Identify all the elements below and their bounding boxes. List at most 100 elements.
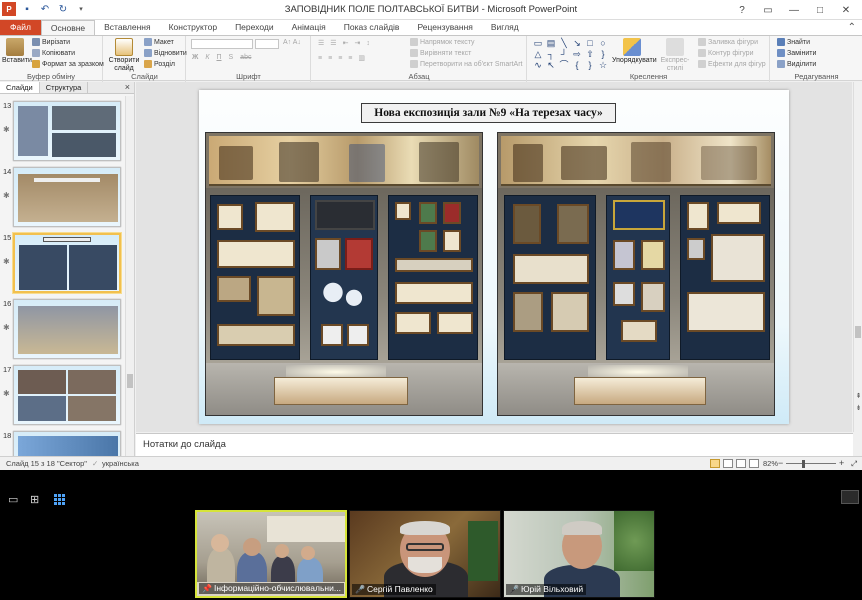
shape-fill-button[interactable]: Заливка фігури	[698, 38, 758, 46]
arc-shape-icon[interactable]: ⌒	[558, 60, 570, 70]
freeform-shape-icon[interactable]: ↖	[545, 60, 557, 70]
bracket-shape-icon[interactable]: {	[571, 60, 583, 70]
shapes-gallery[interactable]: ▭ ▤ ╲ ↘ □ ○ △ ┐ ┘ ⇨ ⇧} ∿ ↖ ⌒{} ☆	[532, 38, 610, 70]
tab-outline[interactable]: Структура	[40, 82, 89, 93]
format-painter-button[interactable]: Формат за зразком	[32, 60, 104, 68]
language[interactable]: українська	[102, 457, 139, 470]
shape-effects-button[interactable]: Ефекти для фігур	[698, 60, 766, 68]
align-center-icon[interactable]: ≡	[328, 55, 332, 62]
cut-button[interactable]: Вирізати	[32, 38, 70, 46]
replace-button[interactable]: Замінити	[777, 49, 816, 57]
slide-thumb-16[interactable]: 16 ✱	[0, 297, 124, 359]
align-left-icon[interactable]: ≡	[318, 55, 322, 62]
shadow-button[interactable]: S	[229, 54, 234, 61]
italic-button[interactable]: К	[205, 54, 209, 61]
new-slide-button[interactable]: Створити слайд	[107, 38, 141, 73]
next-slide-icon[interactable]: ⇟	[854, 404, 862, 412]
paste-button[interactable]: Вставити	[2, 38, 32, 65]
slide-thumb-18[interactable]: 18	[0, 429, 124, 456]
section-button[interactable]: Розділ	[144, 60, 175, 68]
align-right-icon[interactable]: ≡	[338, 55, 342, 62]
gallery-view-icon[interactable]	[54, 494, 65, 505]
rectangle-shape-icon[interactable]: ▭	[532, 38, 544, 48]
ribbon-collapse-icon[interactable]: ⌃	[848, 21, 862, 35]
star-shape-icon[interactable]: ☆	[597, 60, 609, 70]
arrange-button[interactable]: Упорядкувати	[612, 38, 657, 65]
oval-shape-icon[interactable]: ○	[597, 38, 609, 48]
participant-video-3[interactable]: 🎤 Юрій Вільховий	[503, 510, 655, 598]
help-button[interactable]: ?	[730, 2, 754, 18]
connector-shape-icon[interactable]: ┐	[545, 49, 557, 59]
tab-view[interactable]: Вигляд	[482, 20, 528, 35]
quick-styles-button[interactable]: Експрес-стилі	[654, 38, 696, 73]
zoom-level[interactable]: 82%	[763, 457, 778, 470]
text-direction-button[interactable]: Напрямок тексту	[410, 38, 475, 46]
maximize-button[interactable]: □	[808, 2, 832, 18]
zoom-in-icon[interactable]: +	[839, 457, 844, 470]
line-shape-icon[interactable]: ╲	[558, 38, 570, 48]
slide-title[interactable]: Нова експозиція зали №9 «На терезах часу…	[361, 103, 616, 123]
slide-sorter-icon[interactable]	[723, 459, 733, 468]
reading-view-icon[interactable]	[736, 459, 746, 468]
indent-decrease-icon[interactable]: ⇤	[343, 39, 349, 47]
meeting-info-icon[interactable]: ▭	[8, 493, 18, 506]
tab-insert[interactable]: Вставлення	[95, 20, 159, 35]
tab-file[interactable]: Файл	[0, 20, 41, 35]
slide-thumb-14[interactable]: 14 ✱	[0, 165, 124, 227]
indent-increase-icon[interactable]: ⇥	[354, 39, 360, 47]
close-button[interactable]: ✕	[834, 2, 858, 18]
layout-button[interactable]: Макет	[144, 38, 174, 46]
find-button[interactable]: Знайти	[777, 38, 810, 46]
tab-slideshow[interactable]: Показ слайдів	[335, 20, 409, 35]
normal-view-icon[interactable]	[710, 459, 720, 468]
triangle-shape-icon[interactable]: △	[532, 49, 544, 59]
tab-design[interactable]: Конструктор	[160, 20, 226, 35]
select-button[interactable]: Виділити	[777, 60, 816, 68]
reset-button[interactable]: Відновити	[144, 49, 187, 57]
align-text-button[interactable]: Вирівняти текст	[410, 49, 471, 57]
justify-icon[interactable]: ≡	[348, 55, 352, 62]
notes-pane[interactable]: Нотатки до слайда	[136, 433, 853, 456]
slideshow-view-icon[interactable]	[749, 459, 759, 468]
copy-button[interactable]: Копіювати	[32, 49, 75, 57]
participant-video-1[interactable]: 📌 Інформаційно-обчислювальни...	[195, 510, 347, 598]
screen-share-icon[interactable]	[841, 490, 859, 504]
textbox-shape-icon[interactable]: ▤	[545, 38, 557, 48]
line-spacing-icon[interactable]: ↕	[366, 40, 370, 47]
minimize-button[interactable]: —	[782, 2, 806, 18]
rect-shape-icon[interactable]: □	[584, 38, 596, 48]
tab-slides[interactable]: Слайди	[0, 82, 40, 93]
slide-thumb-15[interactable]: 15 ✱	[0, 231, 124, 293]
slide-scrollbar[interactable]: ⇞ ⇟	[853, 82, 862, 432]
thumbnails-scrollbar[interactable]	[125, 96, 134, 456]
zoom-slider-knob[interactable]	[802, 460, 805, 468]
smartart-button[interactable]: Перетворити на об'єкт SmartArt	[410, 60, 523, 68]
elbow-shape-icon[interactable]: ┘	[558, 49, 570, 59]
notes-scrollbar[interactable]	[853, 433, 862, 456]
grow-font-icon[interactable]: A↑ A↓	[283, 39, 301, 46]
brace-shape-icon[interactable]: }	[597, 49, 609, 59]
tab-animations[interactable]: Анімація	[283, 20, 335, 35]
bold-button[interactable]: Ж	[192, 54, 198, 61]
right-arrow-shape-icon[interactable]: ⇨	[571, 49, 583, 59]
scrollbar-thumb[interactable]	[855, 326, 861, 338]
spellcheck-icon[interactable]: ✓	[92, 457, 98, 470]
font-size-input[interactable]	[255, 39, 279, 49]
scrollbar-thumb[interactable]	[127, 374, 133, 388]
shape-outline-button[interactable]: Контур фігури	[698, 49, 753, 57]
bullets-icon[interactable]: ☰	[318, 39, 324, 47]
participant-video-2[interactable]: 🎤 Сергій Павленко	[349, 510, 501, 598]
fit-to-window-icon[interactable]: ⤢	[851, 457, 857, 470]
arrow-shape-icon[interactable]: ↘	[571, 38, 583, 48]
columns-icon[interactable]: ▥	[358, 54, 365, 62]
underline-button[interactable]: П	[216, 54, 221, 61]
current-slide[interactable]: Нова експозиція зали №9 «На терезах часу…	[199, 90, 789, 424]
brace-right-shape-icon[interactable]: }	[584, 60, 596, 70]
previous-slide-icon[interactable]: ⇞	[854, 392, 862, 400]
zoom-out-icon[interactable]: −	[778, 457, 783, 470]
slide-thumb-13[interactable]: 13 ✱	[0, 99, 124, 161]
up-arrow-shape-icon[interactable]: ⇧	[584, 49, 596, 59]
slide-thumb-17[interactable]: 17 ✱	[0, 363, 124, 425]
tab-review[interactable]: Рецензування	[408, 20, 481, 35]
curve-shape-icon[interactable]: ∿	[532, 60, 544, 70]
